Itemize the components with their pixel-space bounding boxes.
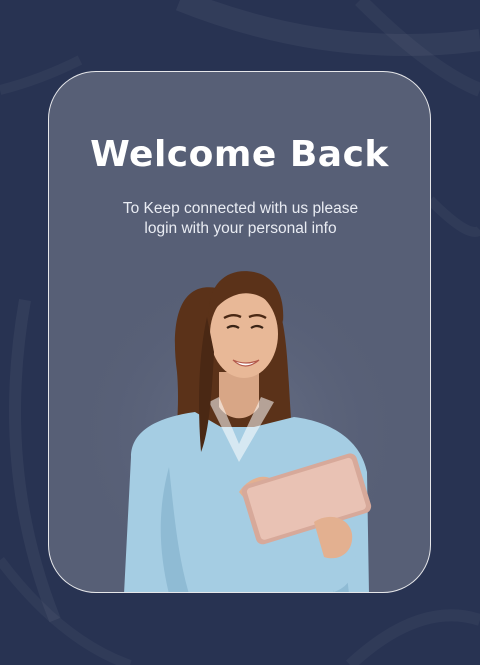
welcome-card: Welcome Back To Keep connected with us p… [48,71,431,593]
woman-with-tablet-illustration [69,262,409,592]
